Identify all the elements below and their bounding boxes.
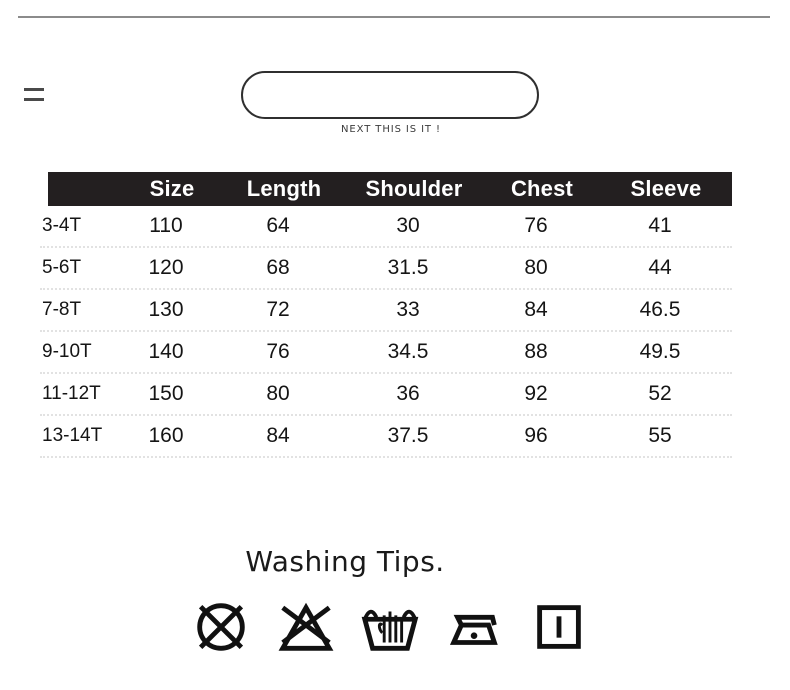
cell-sleeve: 52 [648, 382, 672, 405]
size-chart-table: Size Length Shoulder Chest Sleeve 3-4T 1… [40, 172, 732, 458]
washing-tips-title: Washing Tips. [245, 545, 445, 578]
rounded-empty-box [241, 71, 539, 119]
cell-shoulder: 31.5 [387, 256, 429, 279]
do-not-bleach-icon [278, 602, 333, 651]
table-row: 5-6T 120 68 31.5 80 44 [40, 248, 732, 290]
column-header-shoulder: Shoulder [365, 176, 463, 201]
cell-size: 120 [148, 256, 184, 279]
cell-length: 68 [266, 256, 290, 279]
cell-length: 76 [266, 340, 290, 363]
cell-size: 160 [148, 424, 184, 447]
equals-bar-top [24, 88, 44, 91]
cell-age: 5-6T [42, 257, 82, 278]
column-header-size: Size [149, 176, 195, 201]
cell-sleeve: 49.5 [639, 340, 681, 363]
cell-shoulder: 37.5 [387, 424, 429, 447]
cell-size: 150 [148, 382, 184, 405]
cell-sleeve: 41 [648, 214, 672, 237]
cell-sleeve: 44 [648, 256, 672, 279]
cell-length: 72 [266, 298, 290, 321]
drip-dry-icon [537, 605, 581, 649]
cell-age: 13-14T [42, 425, 103, 446]
cell-shoulder: 33 [396, 298, 420, 321]
cell-age: 7-8T [42, 299, 82, 320]
table-row: 9-10T 140 76 34.5 88 49.5 [40, 332, 732, 374]
iron-low-heat-icon [449, 614, 498, 645]
cell-length: 84 [266, 424, 290, 447]
cell-chest: 76 [524, 214, 548, 237]
cell-size: 140 [148, 340, 184, 363]
cell-chest: 84 [524, 298, 548, 321]
cell-chest: 96 [524, 424, 548, 447]
table-row: 7-8T 130 72 33 84 46.5 [40, 290, 732, 332]
cell-shoulder: 30 [396, 214, 420, 237]
cell-size: 110 [149, 214, 183, 237]
table-row: 11-12T 150 80 36 92 52 [40, 374, 732, 416]
cell-shoulder: 34.5 [387, 340, 429, 363]
cell-chest: 88 [524, 340, 548, 363]
cell-age: 11-12T [42, 383, 101, 404]
cell-shoulder: 36 [396, 382, 420, 405]
table-row: 13-14T 160 84 37.5 96 55 [40, 416, 732, 458]
equals-bar-bottom [24, 98, 44, 101]
cell-length: 64 [266, 214, 290, 237]
pill-caption: NEXT THIS IS IT ! [341, 124, 441, 135]
cell-age: 3-4T [42, 215, 82, 236]
cell-age: 9-10T [42, 341, 92, 362]
care-symbols-row [190, 596, 590, 658]
equals-mark-icon [24, 88, 44, 104]
cell-chest: 92 [524, 382, 548, 405]
cell-sleeve: 46.5 [639, 298, 681, 321]
top-divider [18, 16, 770, 18]
cell-size: 130 [148, 298, 184, 321]
table-header-row: Size Length Shoulder Chest Sleeve [48, 172, 732, 206]
cell-sleeve: 55 [648, 424, 672, 447]
cell-length: 80 [266, 382, 290, 405]
column-header-chest: Chest [510, 176, 574, 201]
cell-chest: 80 [524, 256, 548, 279]
column-header-length: Length [246, 176, 322, 201]
table-row: 3-4T 110 64 30 76 41 [40, 206, 732, 248]
do-not-dry-clean-icon [197, 603, 245, 651]
column-header-sleeve: Sleeve [630, 176, 702, 201]
hand-wash-icon [361, 609, 419, 651]
